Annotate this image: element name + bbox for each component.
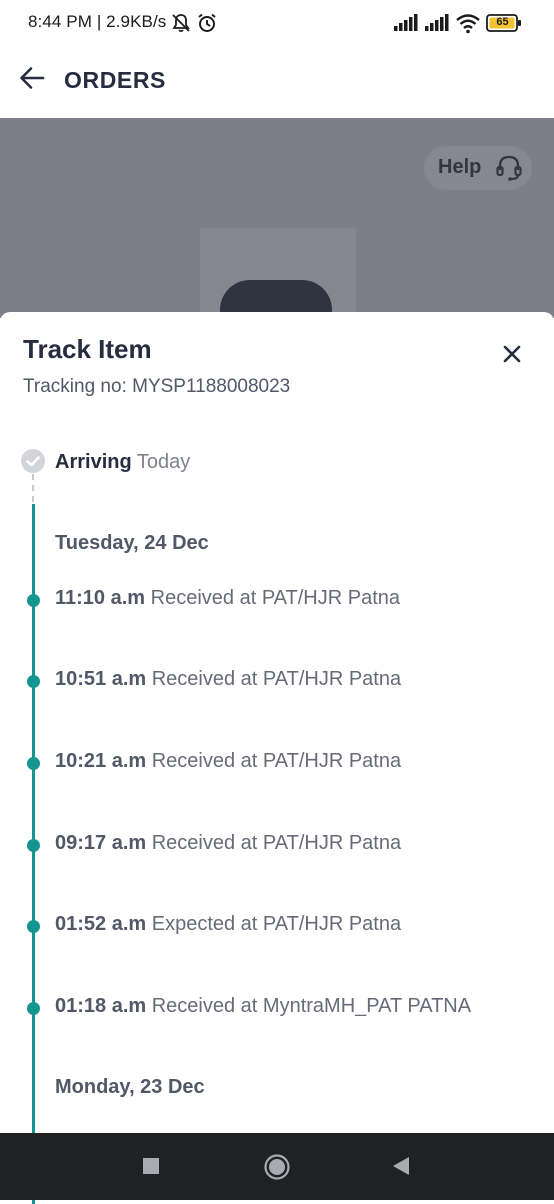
home-circle-icon[interactable] (263, 1153, 291, 1186)
date-header: Tuesday, 24 Dec (55, 532, 209, 554)
track-item-sheet: Track Item Tracking no: MYSP1188008023 A… (0, 312, 554, 1204)
timeline-dot (27, 920, 40, 933)
status-time-speed: 8:44 PM | 2.9KB/s (28, 12, 167, 31)
recents-square-icon[interactable] (142, 1157, 160, 1180)
help-button[interactable]: Help (424, 146, 532, 190)
event-text: 10:51 a.m Received at PAT/HJR Patna (55, 668, 401, 691)
timeline-dot (27, 839, 40, 852)
sheet-title: Track Item (23, 334, 152, 364)
alarm-icon (196, 12, 218, 39)
event-text: 01:18 a.m Received at MyntraMH_PAT PATNA (55, 995, 471, 1018)
timeline-dot (27, 675, 40, 688)
page-title: ORDERS (64, 67, 167, 93)
status-bar: 8:44 PM | 2.9KB/s 65 (0, 0, 554, 46)
event-description: Expected at PAT/HJR Patna (151, 913, 402, 935)
event-time: 10:21 a.m (55, 750, 147, 772)
event-time: 01:52 a.m (55, 913, 147, 935)
event-description: Received at PAT/HJR Patna (151, 668, 402, 690)
date-header: Monday, 23 Dec (55, 1076, 205, 1098)
event-description: Received at PAT/HJR Patna (151, 832, 402, 854)
app-header: ORDERS (0, 46, 554, 118)
timeline-dot (27, 757, 40, 770)
timeline-event: 09:17 a.m Received at PAT/HJR Patna (0, 830, 554, 860)
headset-icon (494, 153, 524, 188)
event-text: 01:52 a.m Expected at PAT/HJR Patna (55, 913, 401, 936)
event-text: 09:17 a.m Received at PAT/HJR Patna (55, 832, 401, 855)
battery-icon: 65 (486, 13, 522, 38)
wifi-icon (455, 12, 481, 39)
timeline-event: 01:18 a.m Received at MyntraMH_PAT PATNA (0, 993, 554, 1023)
event-time: 09:17 a.m (55, 832, 147, 854)
close-icon[interactable] (500, 342, 524, 371)
arriving-when: Today (136, 451, 191, 473)
arrow-left-icon[interactable] (18, 64, 46, 97)
event-time: 10:51 a.m (55, 668, 147, 690)
signal-icon (393, 14, 419, 37)
timeline-event: 10:51 a.m Received at PAT/HJR Patna (0, 666, 554, 696)
event-description: Received at PAT/HJR Patna (151, 750, 402, 772)
system-nav-bar (0, 1133, 554, 1200)
back-triangle-icon[interactable] (391, 1156, 411, 1181)
help-label: Help (438, 156, 482, 178)
timeline-event: 10:21 a.m Received at PAT/HJR Patna (0, 748, 554, 778)
tracking-number: Tracking no: MYSP1188008023 (23, 376, 291, 397)
check-circle-icon (20, 448, 46, 479)
event-time: 11:10 a.m (55, 587, 146, 609)
event-description: Received at MyntraMH_PAT PATNA (151, 995, 472, 1017)
timeline-dot (27, 1002, 40, 1015)
battery-level: 65 (496, 16, 509, 28)
event-description: Received at PAT/HJR Patna (150, 587, 401, 609)
timeline-dot (27, 594, 40, 607)
event-text: 10:21 a.m Received at PAT/HJR Patna (55, 750, 401, 773)
arriving-status: Arriving Today (55, 451, 190, 474)
timeline-event: 11:10 a.m Received at PAT/HJR Patna (0, 585, 554, 615)
event-time: 01:18 a.m (55, 995, 147, 1017)
mute-bell-icon (170, 12, 192, 39)
timeline-event: 01:52 a.m Expected at PAT/HJR Patna (0, 911, 554, 941)
arriving-label: Arriving (55, 451, 132, 473)
event-text: 11:10 a.m Received at PAT/HJR Patna (55, 587, 400, 610)
signal-icon (424, 14, 450, 37)
